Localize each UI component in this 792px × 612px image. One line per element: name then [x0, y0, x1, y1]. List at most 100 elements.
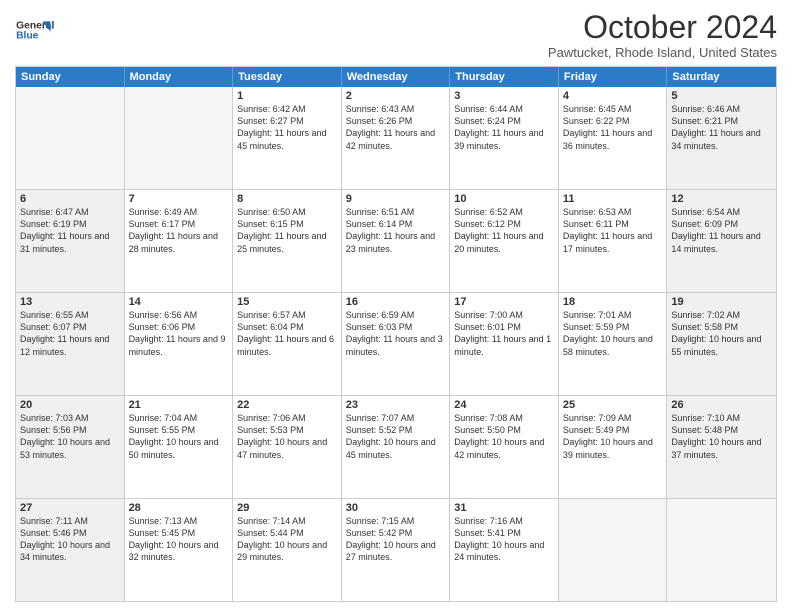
calendar-cell: 20Sunrise: 7:03 AM Sunset: 5:56 PM Dayli…	[16, 396, 125, 498]
day-number: 14	[129, 296, 229, 308]
calendar-cell: 4Sunrise: 6:45 AM Sunset: 6:22 PM Daylig…	[559, 87, 668, 189]
calendar-cell: 22Sunrise: 7:06 AM Sunset: 5:53 PM Dayli…	[233, 396, 342, 498]
day-number: 3	[454, 90, 554, 102]
day-number: 31	[454, 502, 554, 514]
cell-text: Sunrise: 6:56 AM Sunset: 6:06 PM Dayligh…	[129, 309, 229, 358]
day-number: 6	[20, 193, 120, 205]
cell-text: Sunrise: 7:16 AM Sunset: 5:41 PM Dayligh…	[454, 515, 554, 564]
cell-text: Sunrise: 7:07 AM Sunset: 5:52 PM Dayligh…	[346, 412, 446, 461]
cell-text: Sunrise: 6:43 AM Sunset: 6:26 PM Dayligh…	[346, 103, 446, 152]
day-number: 4	[563, 90, 663, 102]
day-number: 28	[129, 502, 229, 514]
logo: General Blue	[15, 10, 55, 50]
calendar-cell	[559, 499, 668, 601]
calendar-cell: 21Sunrise: 7:04 AM Sunset: 5:55 PM Dayli…	[125, 396, 234, 498]
calendar-cell	[667, 499, 776, 601]
calendar-cell: 28Sunrise: 7:13 AM Sunset: 5:45 PM Dayli…	[125, 499, 234, 601]
day-number: 1	[237, 90, 337, 102]
header-thursday: Thursday	[450, 67, 559, 87]
day-number: 2	[346, 90, 446, 102]
calendar-row-0: 1Sunrise: 6:42 AM Sunset: 6:27 PM Daylig…	[16, 87, 776, 189]
day-number: 13	[20, 296, 120, 308]
calendar-row-4: 27Sunrise: 7:11 AM Sunset: 5:46 PM Dayli…	[16, 498, 776, 601]
day-number: 23	[346, 399, 446, 411]
svg-text:Blue: Blue	[16, 31, 39, 42]
calendar-cell: 30Sunrise: 7:15 AM Sunset: 5:42 PM Dayli…	[342, 499, 451, 601]
calendar-cell: 29Sunrise: 7:14 AM Sunset: 5:44 PM Dayli…	[233, 499, 342, 601]
cell-text: Sunrise: 7:11 AM Sunset: 5:46 PM Dayligh…	[20, 515, 120, 564]
day-number: 19	[671, 296, 772, 308]
cell-text: Sunrise: 6:51 AM Sunset: 6:14 PM Dayligh…	[346, 206, 446, 255]
calendar-cell: 3Sunrise: 6:44 AM Sunset: 6:24 PM Daylig…	[450, 87, 559, 189]
calendar-cell: 25Sunrise: 7:09 AM Sunset: 5:49 PM Dayli…	[559, 396, 668, 498]
calendar-cell: 15Sunrise: 6:57 AM Sunset: 6:04 PM Dayli…	[233, 293, 342, 395]
cell-text: Sunrise: 7:08 AM Sunset: 5:50 PM Dayligh…	[454, 412, 554, 461]
calendar-cell	[16, 87, 125, 189]
calendar-cell: 6Sunrise: 6:47 AM Sunset: 6:19 PM Daylig…	[16, 190, 125, 292]
page: General Blue October 2024 Pawtucket, Rho…	[0, 0, 792, 612]
day-number: 16	[346, 296, 446, 308]
day-number: 18	[563, 296, 663, 308]
cell-text: Sunrise: 6:42 AM Sunset: 6:27 PM Dayligh…	[237, 103, 337, 152]
cell-text: Sunrise: 6:55 AM Sunset: 6:07 PM Dayligh…	[20, 309, 120, 358]
cell-text: Sunrise: 7:09 AM Sunset: 5:49 PM Dayligh…	[563, 412, 663, 461]
header-saturday: Saturday	[667, 67, 776, 87]
calendar-cell: 1Sunrise: 6:42 AM Sunset: 6:27 PM Daylig…	[233, 87, 342, 189]
day-number: 12	[671, 193, 772, 205]
calendar-cell: 24Sunrise: 7:08 AM Sunset: 5:50 PM Dayli…	[450, 396, 559, 498]
cell-text: Sunrise: 6:57 AM Sunset: 6:04 PM Dayligh…	[237, 309, 337, 358]
header-wednesday: Wednesday	[342, 67, 451, 87]
cell-text: Sunrise: 7:15 AM Sunset: 5:42 PM Dayligh…	[346, 515, 446, 564]
calendar-row-3: 20Sunrise: 7:03 AM Sunset: 5:56 PM Dayli…	[16, 395, 776, 498]
header-friday: Friday	[559, 67, 668, 87]
cell-text: Sunrise: 6:54 AM Sunset: 6:09 PM Dayligh…	[671, 206, 772, 255]
calendar-cell: 23Sunrise: 7:07 AM Sunset: 5:52 PM Dayli…	[342, 396, 451, 498]
calendar-cell: 26Sunrise: 7:10 AM Sunset: 5:48 PM Dayli…	[667, 396, 776, 498]
calendar-row-1: 6Sunrise: 6:47 AM Sunset: 6:19 PM Daylig…	[16, 189, 776, 292]
cell-text: Sunrise: 7:04 AM Sunset: 5:55 PM Dayligh…	[129, 412, 229, 461]
cell-text: Sunrise: 6:52 AM Sunset: 6:12 PM Dayligh…	[454, 206, 554, 255]
cell-text: Sunrise: 7:01 AM Sunset: 5:59 PM Dayligh…	[563, 309, 663, 358]
subtitle: Pawtucket, Rhode Island, United States	[548, 45, 777, 60]
day-number: 10	[454, 193, 554, 205]
cell-text: Sunrise: 6:47 AM Sunset: 6:19 PM Dayligh…	[20, 206, 120, 255]
calendar-cell	[125, 87, 234, 189]
day-number: 11	[563, 193, 663, 205]
day-number: 26	[671, 399, 772, 411]
calendar-cell: 8Sunrise: 6:50 AM Sunset: 6:15 PM Daylig…	[233, 190, 342, 292]
calendar-cell: 11Sunrise: 6:53 AM Sunset: 6:11 PM Dayli…	[559, 190, 668, 292]
day-number: 5	[671, 90, 772, 102]
cell-text: Sunrise: 6:50 AM Sunset: 6:15 PM Dayligh…	[237, 206, 337, 255]
cell-text: Sunrise: 7:02 AM Sunset: 5:58 PM Dayligh…	[671, 309, 772, 358]
calendar-cell: 5Sunrise: 6:46 AM Sunset: 6:21 PM Daylig…	[667, 87, 776, 189]
calendar: Sunday Monday Tuesday Wednesday Thursday…	[15, 66, 777, 602]
header-tuesday: Tuesday	[233, 67, 342, 87]
cell-text: Sunrise: 6:49 AM Sunset: 6:17 PM Dayligh…	[129, 206, 229, 255]
day-number: 25	[563, 399, 663, 411]
calendar-cell: 16Sunrise: 6:59 AM Sunset: 6:03 PM Dayli…	[342, 293, 451, 395]
cell-text: Sunrise: 6:53 AM Sunset: 6:11 PM Dayligh…	[563, 206, 663, 255]
day-number: 20	[20, 399, 120, 411]
cell-text: Sunrise: 7:10 AM Sunset: 5:48 PM Dayligh…	[671, 412, 772, 461]
calendar-cell: 19Sunrise: 7:02 AM Sunset: 5:58 PM Dayli…	[667, 293, 776, 395]
calendar-header: Sunday Monday Tuesday Wednesday Thursday…	[16, 67, 776, 87]
cell-text: Sunrise: 7:00 AM Sunset: 6:01 PM Dayligh…	[454, 309, 554, 358]
logo-svg: General Blue	[15, 10, 55, 50]
day-number: 15	[237, 296, 337, 308]
cell-text: Sunrise: 6:45 AM Sunset: 6:22 PM Dayligh…	[563, 103, 663, 152]
main-title: October 2024	[548, 10, 777, 45]
day-number: 8	[237, 193, 337, 205]
header-sunday: Sunday	[16, 67, 125, 87]
calendar-cell: 31Sunrise: 7:16 AM Sunset: 5:41 PM Dayli…	[450, 499, 559, 601]
day-number: 9	[346, 193, 446, 205]
calendar-cell: 17Sunrise: 7:00 AM Sunset: 6:01 PM Dayli…	[450, 293, 559, 395]
calendar-cell: 14Sunrise: 6:56 AM Sunset: 6:06 PM Dayli…	[125, 293, 234, 395]
calendar-cell: 12Sunrise: 6:54 AM Sunset: 6:09 PM Dayli…	[667, 190, 776, 292]
header: General Blue October 2024 Pawtucket, Rho…	[15, 10, 777, 60]
cell-text: Sunrise: 6:44 AM Sunset: 6:24 PM Dayligh…	[454, 103, 554, 152]
calendar-cell: 27Sunrise: 7:11 AM Sunset: 5:46 PM Dayli…	[16, 499, 125, 601]
day-number: 22	[237, 399, 337, 411]
calendar-cell: 2Sunrise: 6:43 AM Sunset: 6:26 PM Daylig…	[342, 87, 451, 189]
day-number: 21	[129, 399, 229, 411]
cell-text: Sunrise: 7:06 AM Sunset: 5:53 PM Dayligh…	[237, 412, 337, 461]
